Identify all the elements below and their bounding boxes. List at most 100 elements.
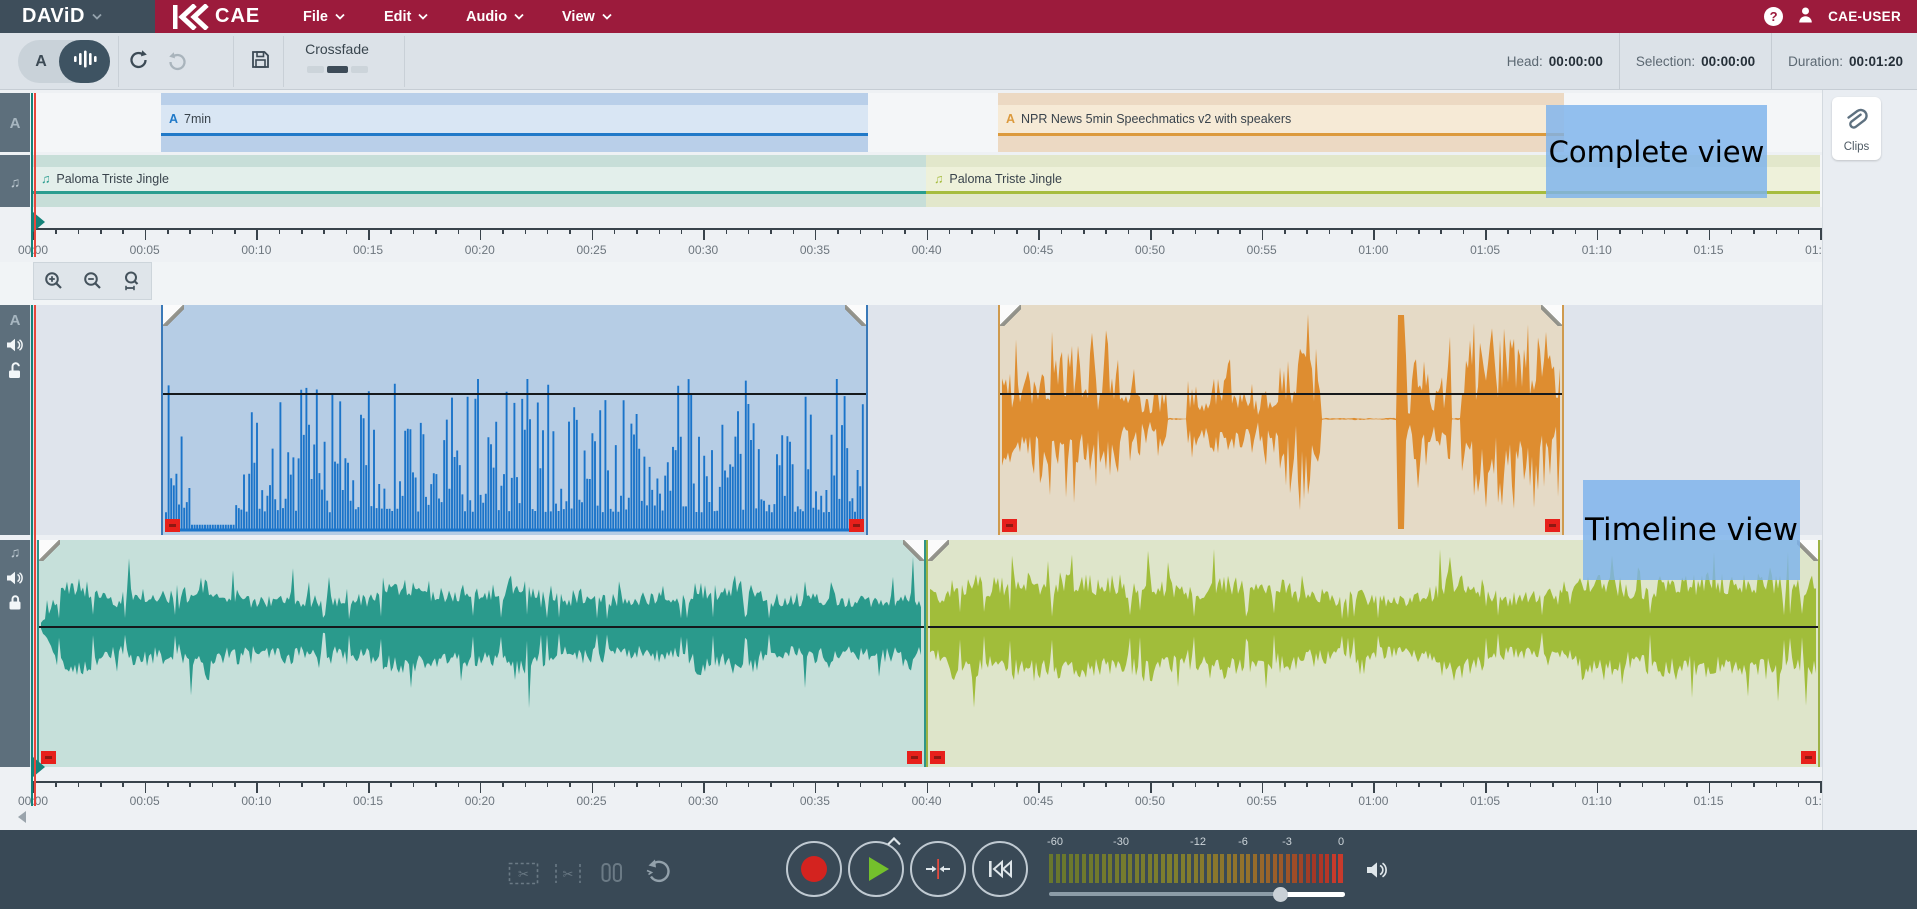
- volume-envelope-line[interactable]: [1000, 393, 1562, 395]
- clip-fade-handle[interactable]: [1000, 305, 1021, 326]
- cut-selection-button[interactable]: ✂: [508, 860, 540, 892]
- fade-marker[interactable]: [1801, 751, 1816, 764]
- undo-button[interactable]: [124, 48, 154, 76]
- fade-marker[interactable]: [930, 751, 945, 764]
- overview-clip-npr-news[interactable]: A NPR News 5min Speechmatics v2 with spe…: [998, 93, 1564, 152]
- ruler-tick: [390, 781, 392, 787]
- ruler-tick: [189, 781, 191, 787]
- vu-segment: [1319, 854, 1323, 883]
- volume-envelope-line[interactable]: [928, 626, 1818, 628]
- user-name[interactable]: CAE-USER: [1828, 9, 1901, 24]
- crossfade-curve-selector[interactable]: [300, 66, 374, 73]
- ruler-tick: [1038, 228, 1040, 240]
- menu-edit[interactable]: Edit: [384, 0, 428, 33]
- menu-audio[interactable]: Audio: [466, 0, 524, 33]
- clip-fade-handle[interactable]: [1541, 305, 1562, 326]
- overview-ruler[interactable]: 00:0000:0500:1000:1500:2000:2500:3000:35…: [0, 208, 1822, 262]
- rewind-start-button[interactable]: [972, 841, 1028, 897]
- ruler-tick: [1798, 781, 1800, 787]
- timeline-clip-jingle-1[interactable]: [37, 540, 926, 767]
- vu-segment: [1174, 854, 1178, 883]
- clip-fade-handle[interactable]: [845, 305, 866, 326]
- zoom-in-button[interactable]: [41, 268, 67, 294]
- ruler-tick: [1463, 228, 1465, 234]
- clip-fade-handle[interactable]: [1797, 540, 1818, 561]
- play-button[interactable]: [848, 841, 904, 897]
- menu-file[interactable]: File: [303, 0, 345, 33]
- volume-envelope-line[interactable]: [39, 626, 924, 628]
- redo-button[interactable]: [162, 48, 192, 76]
- volume-thumb[interactable]: [1273, 887, 1288, 902]
- vu-segment: [1154, 854, 1158, 883]
- speaker-icon[interactable]: [0, 570, 30, 591]
- overview-clip-7min[interactable]: A 7min: [161, 93, 868, 152]
- svg-text:✂: ✂: [563, 867, 574, 882]
- help-icon[interactable]: ?: [1764, 7, 1783, 26]
- ruler-tick: [815, 228, 817, 240]
- revert-edit-button[interactable]: [645, 858, 673, 891]
- locate-playhead-button[interactable]: [910, 841, 966, 897]
- timeline-scrollbar[interactable]: [0, 808, 1822, 830]
- vu-segment: [1200, 854, 1204, 883]
- save-button[interactable]: [245, 48, 275, 76]
- ruler-label: 00:45: [1016, 243, 1060, 257]
- ruler-tick: [949, 228, 951, 234]
- ruler-tick: [904, 228, 906, 234]
- fade-marker[interactable]: [165, 519, 180, 532]
- ruler-label: 00:50: [1128, 794, 1172, 808]
- fade-marker[interactable]: [849, 519, 864, 532]
- ruler-tick: [1575, 781, 1577, 787]
- ruler-tick: [636, 781, 638, 787]
- clips-panel-button[interactable]: Clips: [1832, 97, 1881, 160]
- fade-marker[interactable]: [1545, 519, 1560, 532]
- split-clip-button[interactable]: [600, 860, 624, 890]
- volume-envelope-line[interactable]: [163, 393, 866, 395]
- record-button[interactable]: [786, 841, 842, 897]
- clip-fade-handle[interactable]: [928, 540, 949, 561]
- ruler-tick: [1619, 228, 1621, 234]
- timeline-clip-npr-news[interactable]: [998, 305, 1564, 535]
- overview-clip-jingle-1[interactable]: ♫ Paloma Triste Jingle: [33, 155, 926, 207]
- zoom-out-button[interactable]: [80, 268, 106, 294]
- user-icon[interactable]: [1797, 6, 1814, 28]
- text-clip-icon: A: [169, 112, 178, 126]
- ruler-tick: [525, 781, 527, 787]
- zoom-fit-button[interactable]: [119, 268, 145, 294]
- fade-marker[interactable]: [1002, 519, 1017, 532]
- cut-remove-button[interactable]: ✂: [553, 860, 583, 892]
- ruler-tick: [1239, 781, 1241, 787]
- clip-fade-handle[interactable]: [163, 305, 184, 326]
- ruler-tick: [502, 228, 504, 234]
- play-icon: [869, 857, 889, 881]
- david-logo[interactable]: DAViD: [0, 0, 155, 33]
- ruler-tick: [1575, 228, 1577, 234]
- vu-segment: [1167, 854, 1171, 883]
- volume-slider[interactable]: [1049, 886, 1345, 902]
- fade-marker[interactable]: [41, 751, 56, 764]
- timeline-ruler[interactable]: 00:0000:0500:1000:1500:2000:2500:3000:35…: [0, 767, 1822, 808]
- ruler-tick: [368, 781, 370, 793]
- menu-view[interactable]: View: [562, 0, 612, 33]
- fade-marker[interactable]: [907, 751, 922, 764]
- speaker-icon[interactable]: [1366, 860, 1390, 885]
- ruler-tick: [1061, 228, 1063, 234]
- ruler-label: 00:40: [905, 243, 949, 257]
- clip-fade-handle[interactable]: [39, 540, 60, 561]
- right-rail: Clips: [1822, 90, 1917, 830]
- mode-waveform-button[interactable]: [59, 40, 110, 83]
- vu-segment: [1207, 854, 1211, 883]
- scroll-left-icon[interactable]: [18, 811, 26, 823]
- crossfade-control[interactable]: Crossfade: [300, 41, 374, 73]
- timeline-clip-7min[interactable]: [161, 305, 868, 535]
- vu-segment: [1187, 854, 1191, 883]
- toolbar-divider: [118, 36, 119, 87]
- mode-text-button[interactable]: A: [18, 40, 64, 83]
- lock-open-icon[interactable]: [0, 361, 30, 384]
- play-options-caret-icon[interactable]: [886, 837, 902, 846]
- speaker-icon[interactable]: [0, 337, 30, 358]
- clip-fade-handle[interactable]: [903, 540, 924, 561]
- ruler-tick: [234, 781, 236, 787]
- lock-closed-icon[interactable]: [0, 593, 30, 616]
- ruler-tick: [1373, 228, 1375, 240]
- vu-segment: [1181, 854, 1185, 883]
